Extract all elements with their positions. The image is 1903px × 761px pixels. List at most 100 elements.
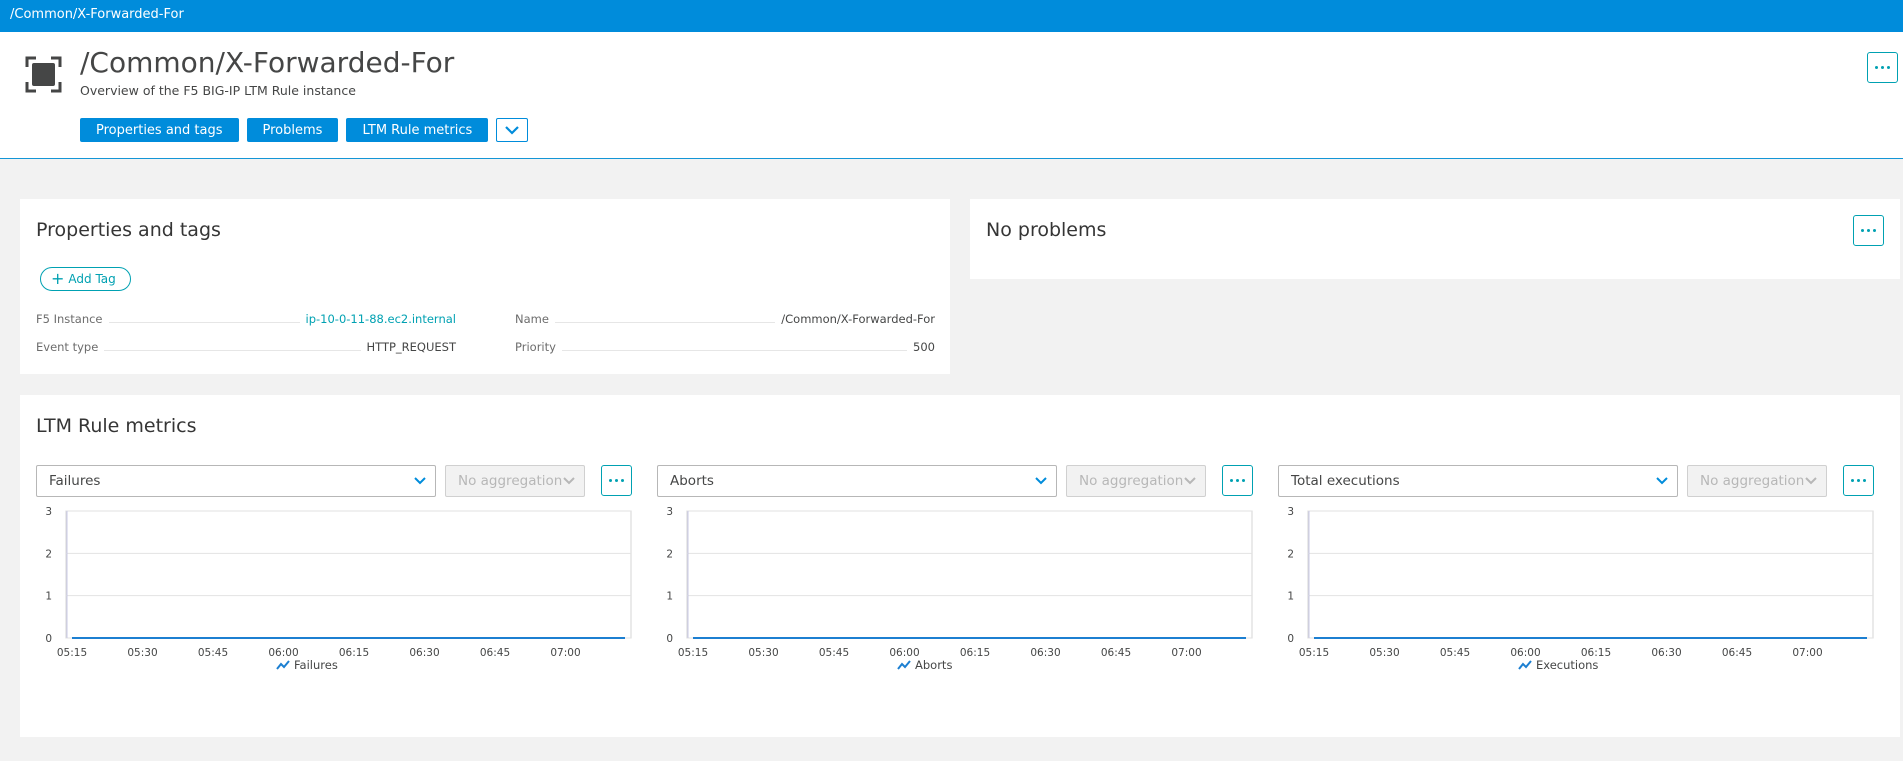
add-tag-button[interactable]: + Add Tag [40, 267, 131, 291]
x-tick-label: 06:15 [960, 647, 990, 658]
y-tick-label: 0 [666, 633, 673, 645]
metric-select-value: Failures [49, 473, 101, 489]
aggregation-select: No aggregation [1687, 465, 1827, 497]
properties-title: Properties and tags [36, 219, 221, 241]
topbar-title: /Common/X-Forwarded-For [10, 7, 184, 22]
plot-frame [65, 510, 632, 639]
chart-more-button[interactable] [1222, 465, 1253, 496]
chart-legend: Executions [1518, 658, 1598, 672]
topbar: /Common/X-Forwarded-For [0, 0, 1903, 32]
property-value: 500 [913, 340, 935, 354]
x-tick-label: 07:00 [550, 647, 580, 658]
x-tick-label: 05:45 [819, 647, 849, 658]
x-tick-label: 05:15 [1299, 647, 1329, 658]
y-tick-label: 3 [45, 506, 52, 518]
legend-label: Executions [1536, 658, 1599, 672]
metric-select-value: Total executions [1291, 473, 1400, 489]
y-tick-label: 2 [1287, 548, 1294, 560]
property-row-f5-instance: F5 Instance ip-10-0-11-88.ec2.internal [36, 308, 456, 326]
x-tick-label: 06:30 [1651, 647, 1681, 658]
property-key: Event type [36, 340, 99, 354]
line-chart-icon [897, 660, 911, 670]
property-row-event-type: Event type HTTP_REQUEST [36, 336, 456, 354]
x-tick-label: 05:15 [57, 647, 87, 658]
legend-label: Aborts [915, 658, 953, 672]
plot-frame [686, 510, 1253, 639]
failures-chart: 0 1 2 3 05:15 05:30 05:45 06:00 06:15 06:30 06:45 0… [45, 506, 632, 658]
entity-icon [25, 56, 62, 93]
metric-select[interactable]: Total executions [1278, 465, 1678, 497]
line-chart-icon [1518, 660, 1532, 670]
nav-expand-button[interactable] [496, 118, 529, 142]
aggregation-placeholder: No aggregation [1700, 473, 1805, 489]
chevron-down-icon [1184, 477, 1196, 485]
x-tick-label: 05:45 [198, 647, 228, 658]
line-chart-icon [276, 660, 290, 670]
nav-metrics-button[interactable]: LTM Rule metrics [346, 118, 489, 142]
property-value: /Common/X-Forwarded-For [781, 312, 935, 326]
property-key: Name [515, 312, 549, 326]
chevron-down-icon [1805, 477, 1817, 485]
x-tick-label: 06:00 [889, 647, 919, 658]
aggregation-placeholder: No aggregation [458, 473, 563, 489]
chevron-down-icon [1035, 477, 1047, 485]
legend-label: Failures [294, 658, 338, 672]
x-tick-label: 06:15 [1581, 647, 1611, 658]
metrics-card: LTM Rule metrics Failures No aggregation… [20, 395, 1900, 737]
metrics-title: LTM Rule metrics [36, 415, 197, 437]
property-row-name: Name /Common/X-Forwarded-For [515, 308, 935, 326]
y-tick-label: 3 [1287, 506, 1294, 518]
chart-more-button[interactable] [601, 465, 632, 496]
y-tick-label: 0 [1287, 633, 1294, 645]
metric-select[interactable]: Aborts [657, 465, 1057, 497]
aborts-chart: 0 1 2 3 05:15 05:30 05:45 06:00 06:15 06:30 06:45 0… [666, 506, 1253, 658]
add-tag-label: Add Tag [68, 272, 116, 286]
x-tick-label: 06:45 [480, 647, 510, 658]
metric-select-value: Aborts [670, 473, 714, 489]
x-tick-label: 05:30 [748, 647, 778, 658]
problems-more-button[interactable] [1853, 215, 1884, 246]
x-tick-label: 05:30 [1369, 647, 1399, 658]
chart-more-button[interactable] [1843, 465, 1874, 496]
problems-title: No problems [986, 219, 1107, 241]
x-tick-label: 06:45 [1101, 647, 1131, 658]
properties-card: Properties and tags + Add Tag F5 Instanc… [20, 199, 950, 374]
x-tick-label: 05:15 [678, 647, 708, 658]
x-tick-label: 05:45 [1440, 647, 1470, 658]
x-tick-label: 06:30 [1030, 647, 1060, 658]
metric-select[interactable]: Failures [36, 465, 436, 497]
chevron-down-icon [1656, 477, 1668, 485]
problems-card: No problems [970, 199, 1900, 279]
chart-legend: Failures [276, 658, 338, 672]
x-tick-label: 06:15 [339, 647, 369, 658]
executions-chart: 0 1 2 3 05:15 05:30 05:45 06:00 06:15 06:30 06:45 0… [1287, 506, 1874, 658]
metric-group-aborts: Aborts No aggregation 0 1 2 3 05:15 05:30 05:4… [657, 465, 1277, 715]
x-tick-label: 05:30 [127, 647, 157, 658]
page-title: /Common/X-Forwarded-For [80, 46, 455, 79]
x-tick-label: 06:00 [1510, 647, 1540, 658]
aggregation-placeholder: No aggregation [1079, 473, 1184, 489]
nav-properties-button[interactable]: Properties and tags [80, 118, 239, 142]
metric-group-executions: Total executions No aggregation 0 1 2 3 05:1… [1278, 465, 1898, 715]
plot-frame [1307, 510, 1874, 639]
property-row-priority: Priority 500 [515, 336, 935, 354]
y-tick-label: 2 [666, 548, 673, 560]
y-tick-label: 1 [666, 591, 673, 603]
x-tick-label: 07:00 [1792, 647, 1822, 658]
aggregation-select: No aggregation [445, 465, 585, 497]
y-tick-label: 1 [1287, 591, 1294, 603]
x-tick-label: 06:00 [268, 647, 298, 658]
property-key: F5 Instance [36, 312, 103, 326]
x-tick-label: 06:30 [409, 647, 439, 658]
y-tick-label: 2 [45, 548, 52, 560]
f5-instance-link[interactable]: ip-10-0-11-88.ec2.internal [306, 312, 456, 326]
aggregation-select: No aggregation [1066, 465, 1206, 497]
chevron-down-icon [505, 125, 520, 135]
nav-problems-button[interactable]: Problems [246, 118, 339, 142]
page-more-button[interactable] [1867, 52, 1898, 83]
plus-icon: + [51, 269, 65, 288]
page-header: /Common/X-Forwarded-For Overview of the … [0, 32, 1903, 159]
chevron-down-icon [563, 477, 575, 485]
y-tick-label: 3 [666, 506, 673, 518]
chart-legend: Aborts [897, 658, 952, 672]
